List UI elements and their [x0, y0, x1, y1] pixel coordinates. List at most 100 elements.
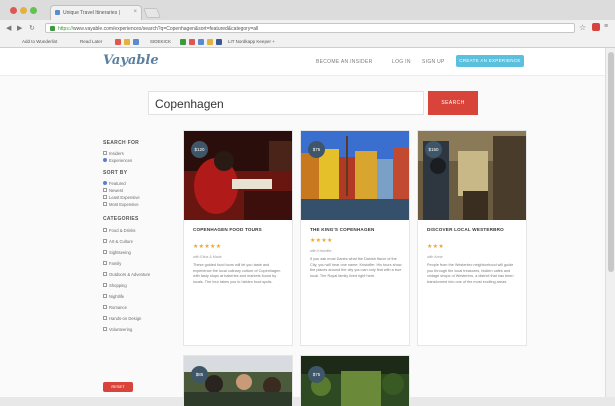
bookmark-item[interactable]: Read Later: [80, 39, 102, 44]
price-badge: $120: [191, 141, 208, 158]
search-for-heading: SEARCH FOR: [103, 140, 140, 146]
card-title[interactable]: THE KING'S COPENHAGEN: [310, 227, 400, 234]
sort-by-heading: SORT BY: [103, 170, 128, 176]
price-badge: $85: [191, 366, 208, 383]
radio-icon[interactable]: [103, 151, 107, 155]
address-row: ◀ ▶ ↻ https://www.vayable.com/experience…: [0, 20, 615, 36]
sort-most-expensive[interactable]: Most Expensive: [103, 202, 139, 207]
scrollbar-thumb[interactable]: [608, 52, 614, 272]
bookmark-item[interactable]: SIDEKICK: [150, 39, 171, 44]
rating-stars-icon: ★★★★★: [193, 244, 222, 250]
price-badge: $75: [308, 141, 325, 158]
checkbox-icon[interactable]: [103, 294, 107, 298]
category-item[interactable]: Romance: [103, 305, 127, 310]
lock-icon: [50, 26, 55, 31]
extension-icon[interactable]: [592, 23, 600, 31]
card-host: with Kristoffer: [310, 249, 332, 253]
search-input[interactable]: Copenhagen: [148, 91, 424, 115]
checkbox-icon[interactable]: [103, 228, 107, 232]
bookmarks-bar: Add to Wunderlist Read Later SIDEKICK LI…: [0, 36, 615, 48]
card-host: with Elina & Mads: [193, 255, 222, 259]
sort-featured[interactable]: Featured: [103, 181, 126, 186]
nav-log-in[interactable]: LOG IN: [392, 59, 411, 65]
search-button[interactable]: SEARCH: [428, 91, 478, 115]
radio-selected-icon[interactable]: [103, 181, 107, 185]
card-description: These guided food tours will let you tas…: [193, 263, 281, 284]
close-window-button[interactable]: [10, 7, 17, 14]
maximize-window-button[interactable]: [30, 7, 37, 14]
category-item[interactable]: Outdoors & Adventure: [103, 272, 150, 277]
minimize-window-button[interactable]: [20, 7, 27, 14]
url-text: www.vayable.com/experiences/search?q=Cop…: [73, 26, 259, 32]
forward-icon[interactable]: ▶: [17, 24, 22, 32]
category-item[interactable]: Sightseeing: [103, 250, 131, 255]
checkbox-icon[interactable]: [103, 261, 107, 265]
web-page: Vayable BECOME AN INSIDER LOG IN SIGN UP…: [0, 48, 605, 406]
address-bar[interactable]: https://www.vayable.com/experiences/sear…: [45, 23, 575, 33]
bookmark-item[interactable]: Add to Wunderlist: [22, 39, 57, 44]
experience-card[interactable]: $85: [183, 355, 293, 406]
card-description: If you ask most Danes what the Danish fl…: [310, 257, 402, 278]
tab-bar: Unique Travel Itineraries | ×: [0, 0, 615, 20]
reset-filters-button[interactable]: RESET: [103, 382, 133, 392]
nav-become-insider[interactable]: BECOME AN INSIDER: [316, 59, 373, 65]
category-item[interactable]: Hands-on Design: [103, 316, 141, 321]
card-title[interactable]: COPENHAGEN FOOD TOURS: [193, 227, 283, 234]
bookmark-icon[interactable]: [207, 39, 213, 45]
back-icon[interactable]: ◀: [6, 24, 11, 32]
checkbox-icon[interactable]: [103, 239, 107, 243]
close-tab-icon[interactable]: ×: [133, 9, 137, 15]
categories-heading: CATEGORIES: [103, 216, 139, 222]
filter-insiders[interactable]: Insiders: [103, 151, 124, 156]
category-item[interactable]: Nightlife: [103, 294, 124, 299]
checkbox-icon[interactable]: [103, 316, 107, 320]
checkbox-icon[interactable]: [103, 283, 107, 287]
bookmark-icon[interactable]: [198, 39, 204, 45]
checkbox-icon[interactable]: [103, 327, 107, 331]
new-tab-button[interactable]: [143, 8, 161, 18]
bookmark-icon[interactable]: [180, 39, 186, 45]
experience-card[interactable]: $75 THE KING'S COPENHAGEN ★★★★ with Kris…: [300, 130, 410, 346]
radio-icon[interactable]: [103, 202, 107, 206]
bookmark-icon[interactable]: [124, 39, 130, 45]
radio-selected-icon[interactable]: [103, 158, 107, 162]
category-item[interactable]: Food & Drinks: [103, 228, 136, 233]
filter-experiences[interactable]: Experiences: [103, 158, 132, 163]
site-header: Vayable BECOME AN INSIDER LOG IN SIGN UP…: [0, 48, 605, 76]
card-description: People from the Westerbro neighborhood w…: [427, 263, 514, 284]
bookmark-icon[interactable]: [216, 39, 222, 45]
star-icon[interactable]: ☆: [579, 23, 586, 32]
browser-chrome: Unique Travel Itineraries | × ◀ ▶ ↻ http…: [0, 0, 615, 48]
reload-icon[interactable]: ↻: [29, 24, 35, 32]
bookmark-icon[interactable]: [133, 39, 139, 45]
price-badge: $75: [308, 366, 325, 383]
category-item[interactable]: Art & Culture: [103, 239, 133, 244]
bookmark-item[interactable]: LIT Nordkapp Keeper +: [228, 39, 275, 44]
sort-least-expensive[interactable]: Least Expensive: [103, 195, 140, 200]
site-logo[interactable]: Vayable: [103, 53, 159, 68]
category-item[interactable]: Shopping: [103, 283, 127, 288]
experience-card[interactable]: $120 COPENHAGEN FOOD TOURS ★★★★★ with El…: [183, 130, 293, 346]
category-item[interactable]: Volunteering: [103, 327, 132, 332]
checkbox-icon[interactable]: [103, 272, 107, 276]
bookmark-icon[interactable]: [115, 39, 121, 45]
radio-icon[interactable]: [103, 195, 107, 199]
card-title[interactable]: DISCOVER LOCAL WESTERBRO: [427, 227, 517, 234]
checkbox-icon[interactable]: [103, 305, 107, 309]
page-scrollbar[interactable]: [605, 48, 615, 397]
nav-sign-up[interactable]: SIGN UP: [422, 59, 445, 65]
category-item[interactable]: Family: [103, 261, 121, 266]
experience-card[interactable]: $75: [300, 355, 410, 406]
sort-newest[interactable]: Newest: [103, 188, 123, 193]
create-experience-button[interactable]: CREATE AN EXPERIENCE: [456, 55, 524, 67]
checkbox-icon[interactable]: [103, 250, 107, 254]
radio-icon[interactable]: [103, 188, 107, 192]
favicon-icon: [55, 10, 60, 15]
card-host: with Anne: [427, 255, 443, 259]
bookmark-icon[interactable]: [189, 39, 195, 45]
experience-card[interactable]: $150 DISCOVER LOCAL WESTERBRO ★★★ with A…: [417, 130, 527, 346]
tab-title: Unique Travel Itineraries |: [63, 10, 120, 16]
rating-stars-icon: ★★★★: [310, 238, 333, 244]
menu-icon[interactable]: ≡: [604, 23, 608, 30]
browser-tab[interactable]: Unique Travel Itineraries | ×: [50, 5, 142, 20]
